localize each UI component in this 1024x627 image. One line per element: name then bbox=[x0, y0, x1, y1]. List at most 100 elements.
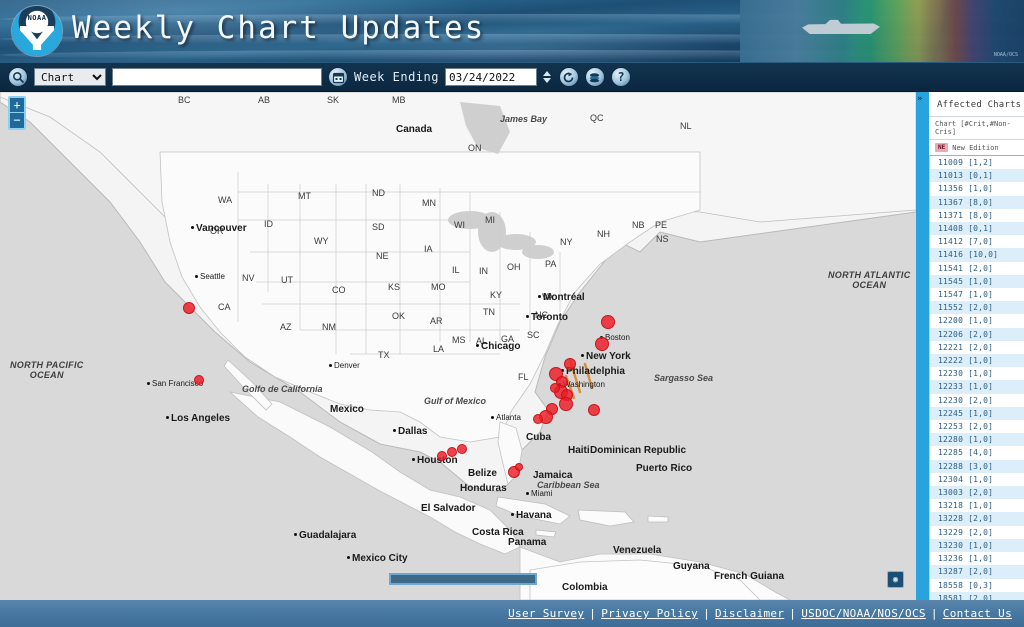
affected-chart-row[interactable]: 11545 [1,0] bbox=[930, 274, 1024, 289]
affected-chart-row[interactable]: 12253 [2,0] bbox=[930, 420, 1024, 433]
affected-chart-marker[interactable] bbox=[559, 397, 573, 411]
footer-separator: | bbox=[930, 607, 938, 620]
survey-ship-icon bbox=[802, 19, 880, 34]
footer-link[interactable]: Privacy Policy bbox=[601, 607, 698, 620]
week-ending-input[interactable] bbox=[444, 68, 537, 86]
affected-chart-row[interactable]: 13003 [2,0] bbox=[930, 486, 1024, 500]
search-icon[interactable] bbox=[8, 67, 28, 87]
refresh-icon[interactable] bbox=[558, 67, 579, 87]
affected-charts-panel: » Affected Charts Chart [#Crit,#Non-Cris… bbox=[916, 92, 1024, 600]
affected-chart-row[interactable]: 13230 [1,0] bbox=[930, 538, 1024, 553]
affected-chart-marker[interactable] bbox=[183, 302, 195, 314]
map-city-dot bbox=[329, 364, 332, 367]
map-city-dot bbox=[526, 315, 529, 318]
map-scale-bar bbox=[389, 573, 537, 585]
affected-chart-row[interactable]: 12245 [1,0] bbox=[930, 406, 1024, 421]
panel-body: Affected Charts Chart [#Crit,#Non-Cris] … bbox=[929, 92, 1024, 600]
affected-chart-marker[interactable] bbox=[564, 358, 576, 370]
calendar-icon[interactable] bbox=[328, 67, 348, 87]
affected-chart-row[interactable]: 11013 [0,1] bbox=[930, 169, 1024, 183]
affected-chart-row[interactable]: 12230 [1,0] bbox=[930, 367, 1024, 380]
footer-link[interactable]: Disclaimer bbox=[715, 607, 784, 620]
page-title: Weekly Chart Updates bbox=[72, 10, 486, 46]
affected-chart-row[interactable]: 12221 [2,0] bbox=[930, 341, 1024, 354]
affected-chart-marker[interactable] bbox=[447, 447, 457, 457]
zoom-out-button[interactable]: − bbox=[10, 113, 24, 128]
spinner-down-arrow-icon[interactable] bbox=[542, 78, 551, 83]
map-city-dot bbox=[191, 226, 194, 229]
affected-chart-row[interactable]: 18558 [0,3] bbox=[930, 579, 1024, 592]
footer-separator: | bbox=[589, 607, 597, 620]
chart-search-input[interactable] bbox=[112, 68, 322, 86]
affected-chart-row[interactable]: 13287 [2,0] bbox=[930, 565, 1024, 579]
affected-chart-row[interactable]: 11547 [1,0] bbox=[930, 288, 1024, 301]
affected-charts-list[interactable]: 11009 [1,2] 11013 [0,1] 11356 [1,0] 11367 [… bbox=[929, 156, 1024, 600]
zoom-in-button[interactable]: + bbox=[10, 98, 24, 113]
map-city-dot bbox=[511, 513, 514, 516]
map-city-dot bbox=[147, 382, 150, 385]
affected-chart-marker[interactable] bbox=[595, 337, 609, 351]
affected-chart-row[interactable]: 13229 [2,0] bbox=[930, 526, 1024, 539]
spinner-up-arrow-icon[interactable] bbox=[542, 71, 551, 76]
noaa-logo-icon: NOAA bbox=[12, 6, 62, 56]
legend-criticality: Chart [#Crit,#Non-Cris] bbox=[929, 116, 1024, 140]
help-icon[interactable]: ? bbox=[610, 67, 631, 87]
affected-chart-row[interactable]: 12280 [1,0] bbox=[930, 433, 1024, 447]
affected-chart-row[interactable]: 11367 [8,0] bbox=[930, 195, 1024, 209]
map-zoom-controls[interactable]: + − bbox=[8, 96, 26, 130]
layers-icon[interactable] bbox=[584, 67, 605, 87]
affected-chart-row[interactable]: 12285 [4,0] bbox=[930, 446, 1024, 459]
affected-chart-row[interactable]: 11371 [8,0] bbox=[930, 209, 1024, 222]
affected-chart-row[interactable]: 12206 [2,0] bbox=[930, 327, 1024, 341]
bathymetry-survey-image: NOAA/OCS bbox=[740, 0, 1024, 62]
panel-collapse-icon[interactable]: » bbox=[917, 94, 922, 104]
map-city-dot bbox=[195, 275, 198, 278]
map-basemap bbox=[0, 92, 916, 600]
week-ending-spinner[interactable] bbox=[542, 67, 553, 87]
affected-chart-row[interactable]: 12233 [1,0] bbox=[930, 380, 1024, 394]
affected-chart-marker[interactable] bbox=[457, 444, 467, 454]
affected-chart-marker[interactable] bbox=[437, 451, 447, 461]
affected-chart-row[interactable]: 12222 [1,0] bbox=[930, 354, 1024, 368]
affected-chart-row[interactable]: 11416 [10,0] bbox=[930, 248, 1024, 262]
footer-link[interactable]: User Survey bbox=[508, 607, 584, 620]
affected-chart-row[interactable]: 11356 [1,0] bbox=[930, 182, 1024, 195]
affected-chart-marker[interactable] bbox=[194, 375, 204, 385]
affected-chart-row[interactable]: 12288 [3,0] bbox=[930, 459, 1024, 473]
toolbar: Chart Week Ending 03/24/2022 ? bbox=[0, 62, 1024, 92]
map-city-dot bbox=[347, 556, 350, 559]
affected-chart-row[interactable]: 13236 [1,0] bbox=[930, 552, 1024, 565]
map-city-dot bbox=[294, 533, 297, 536]
map-viewport[interactable]: + − BC AB SK MB ON QC NB NL NS PE WA OR MT ID ND SD MN WI… bbox=[0, 92, 916, 600]
affected-chart-row[interactable]: 18581 [2,0] bbox=[930, 591, 1024, 600]
footer-links: User Survey | Privacy Policy | Disclaimer | US… bbox=[508, 607, 1012, 620]
noaa-seagull-shape bbox=[20, 26, 54, 50]
affected-chart-row[interactable]: 13218 [1,0] bbox=[930, 499, 1024, 512]
affected-chart-marker[interactable] bbox=[588, 404, 600, 416]
map-city-dot bbox=[581, 354, 584, 357]
map-city-dot bbox=[491, 416, 494, 419]
affected-chart-row[interactable]: 12200 [1,0] bbox=[930, 314, 1024, 327]
affected-chart-row[interactable]: 12304 [1,0] bbox=[930, 473, 1024, 486]
affected-chart-marker[interactable] bbox=[601, 315, 615, 329]
affected-chart-marker[interactable] bbox=[550, 383, 560, 393]
affected-chart-row[interactable]: 11541 [2,0] bbox=[930, 262, 1024, 275]
footer-separator: | bbox=[703, 607, 711, 620]
map-city-dot bbox=[538, 295, 541, 298]
footer-link[interactable]: Contact Us bbox=[943, 607, 1012, 620]
affected-chart-row[interactable]: 11009 [1,2] bbox=[930, 156, 1024, 169]
affected-chart-row[interactable]: 12230 [2,0] bbox=[930, 394, 1024, 407]
affected-chart-row[interactable]: 11412 [7,0] bbox=[930, 235, 1024, 248]
map-city-dot bbox=[526, 492, 529, 495]
affected-chart-marker[interactable] bbox=[533, 414, 543, 424]
affected-chart-row[interactable]: 11408 [0,1] bbox=[930, 222, 1024, 236]
footer-link[interactable]: USDOC/NOAA/NOS/OCS bbox=[801, 607, 926, 620]
affected-chart-marker[interactable] bbox=[515, 463, 523, 471]
weekly-chart-updates-app: NOAA Weekly Chart Updates NOAA/OCS Chart bbox=[0, 0, 1024, 627]
map-info-icon[interactable]: ◉ bbox=[887, 571, 904, 588]
affected-chart-row[interactable]: 11552 [2,0] bbox=[930, 301, 1024, 315]
chart-type-select[interactable]: Chart bbox=[34, 68, 106, 86]
legend-new-edition: NE New Edition bbox=[929, 140, 1024, 156]
panel-collapse-handle[interactable]: » bbox=[916, 92, 929, 600]
affected-chart-row[interactable]: 13228 [2,0] bbox=[930, 512, 1024, 526]
